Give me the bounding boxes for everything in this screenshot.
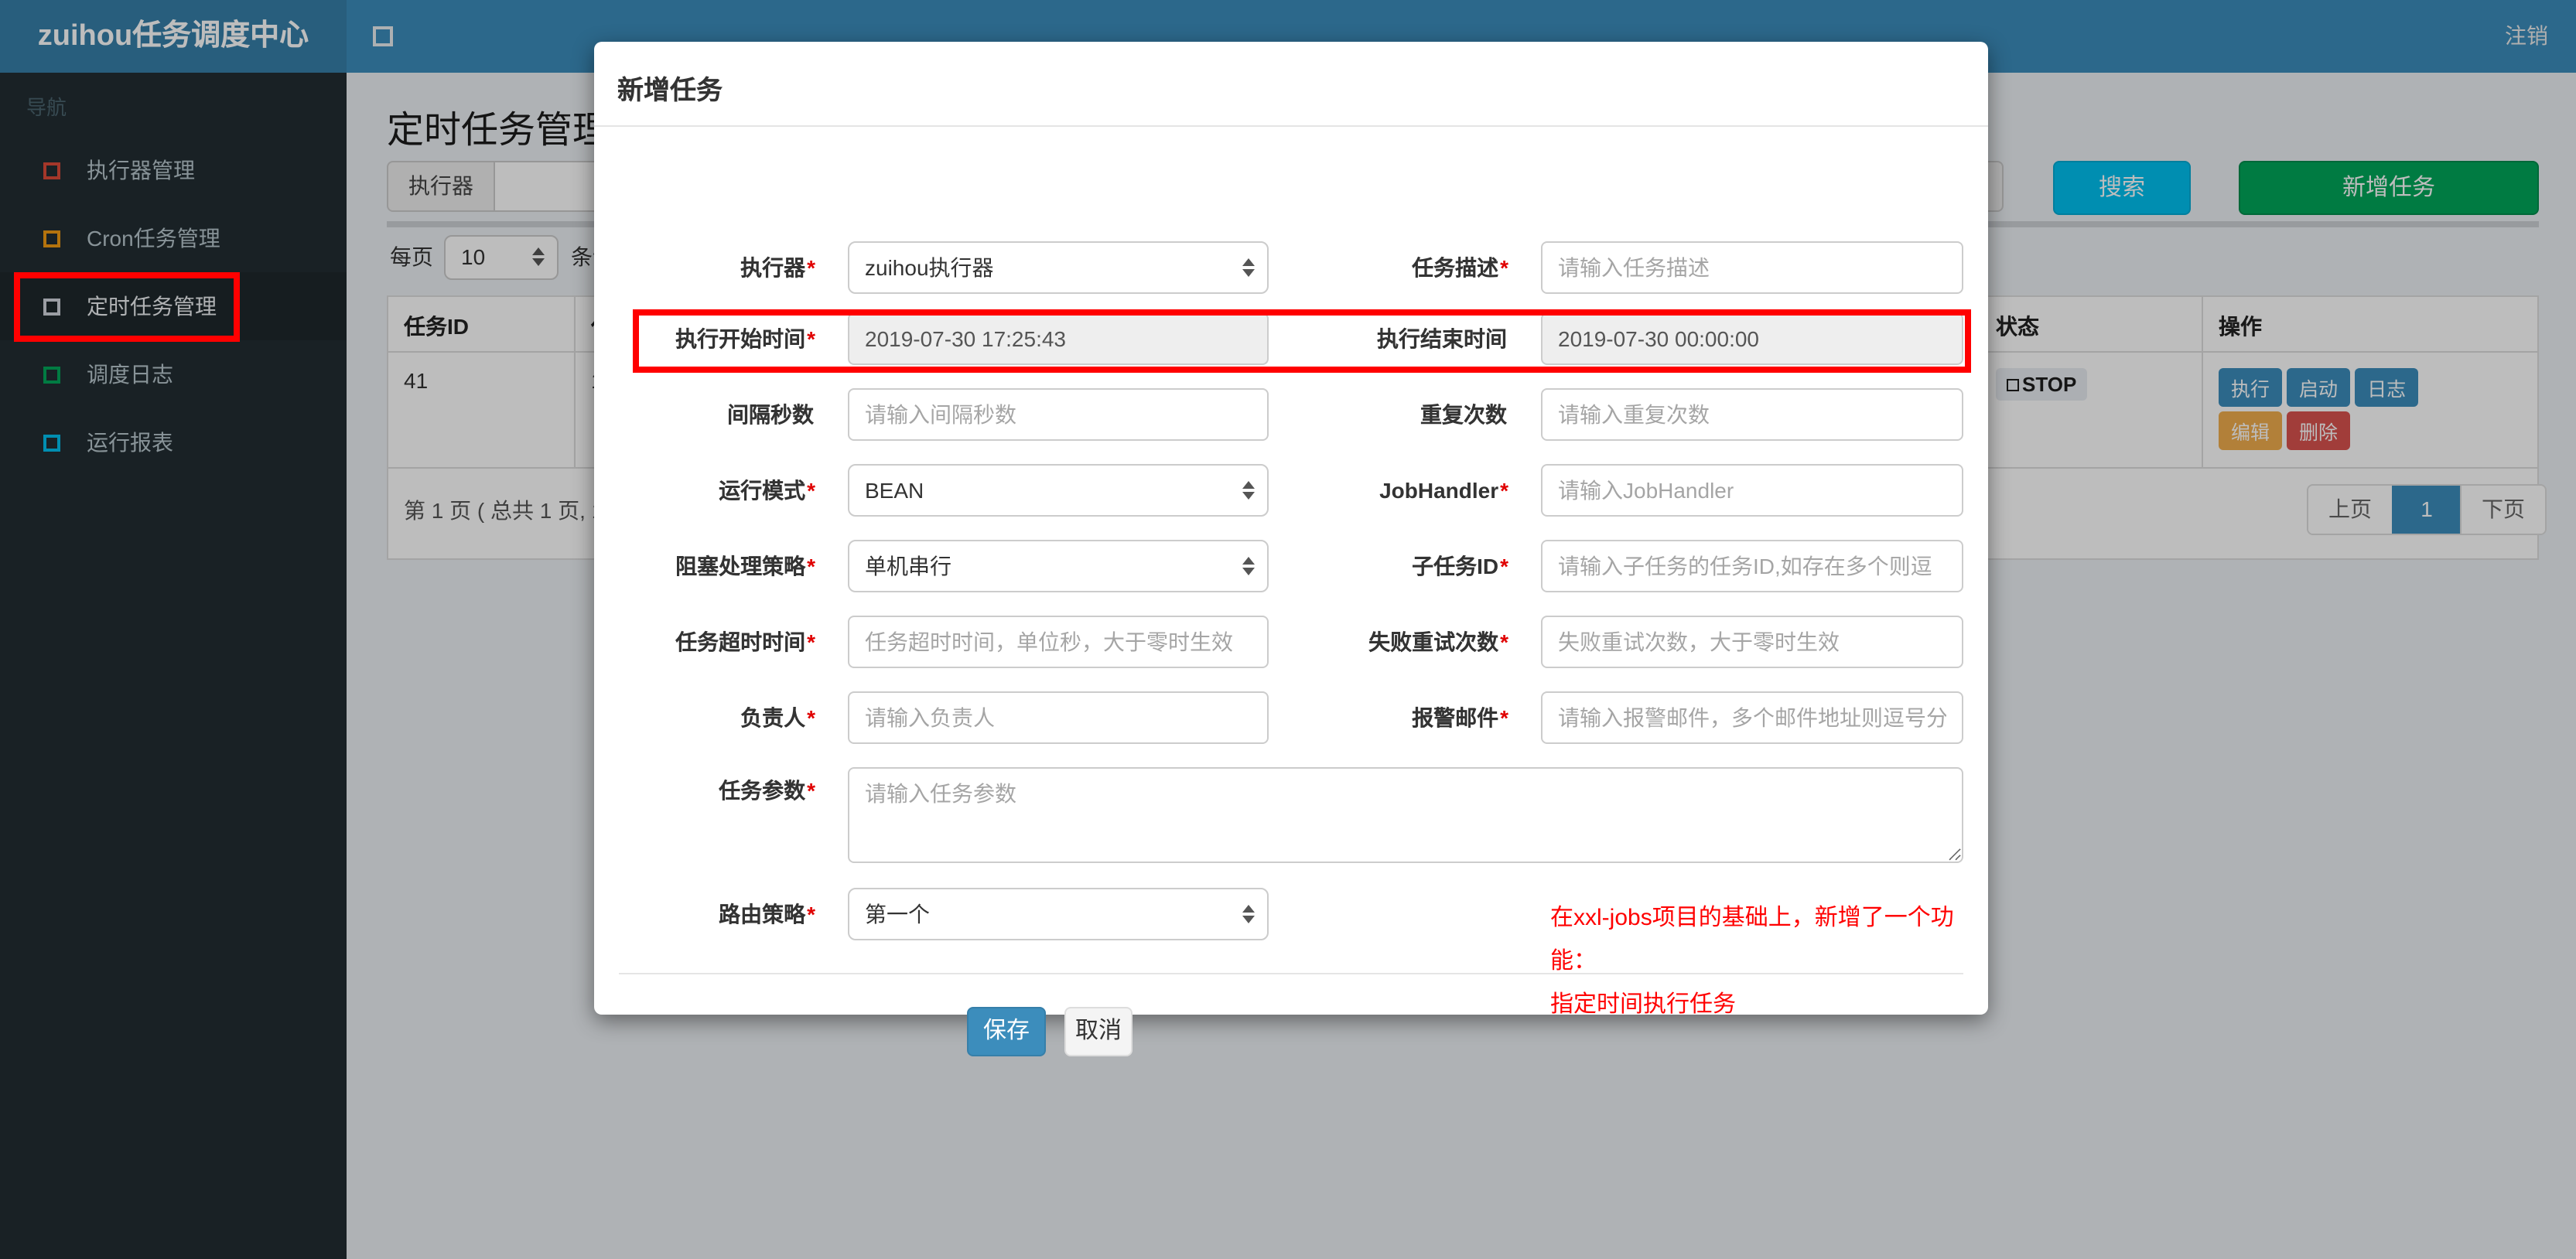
executor-select[interactable]: zuihou执行器 xyxy=(848,241,1269,294)
modal-title: 新增任务 xyxy=(617,76,723,105)
alarm-email-input[interactable] xyxy=(1541,691,1963,744)
route-strategy-select[interactable]: 第一个 xyxy=(848,888,1269,940)
select-arrows-icon xyxy=(1242,258,1255,277)
select-arrows-icon xyxy=(1242,905,1255,923)
label-subtask-id: 子任务ID * xyxy=(1412,554,1508,578)
block-strategy-select[interactable]: 单机串行 xyxy=(848,540,1269,592)
label-run-mode: 运行模式 * xyxy=(719,478,815,503)
timeout-input[interactable] xyxy=(848,616,1269,668)
interval-seconds-input[interactable] xyxy=(848,388,1269,441)
label-retry-count: 失败重试次数 * xyxy=(1368,630,1508,654)
label-jobhandler: JobHandler * xyxy=(1379,478,1508,503)
retry-count-input[interactable] xyxy=(1541,616,1963,668)
label-timeout: 任务超时时间 * xyxy=(675,630,815,654)
modal-header: 新增任务 xyxy=(594,42,1988,127)
end-time-input[interactable] xyxy=(1541,312,1963,365)
label-repeat-count: 重复次数 xyxy=(1420,402,1507,427)
label-start-time: 执行开始时间 * xyxy=(675,326,815,351)
owner-input[interactable] xyxy=(848,691,1269,744)
subtask-id-input[interactable] xyxy=(1541,540,1963,592)
cancel-button[interactable]: 取消 xyxy=(1064,1007,1133,1056)
add-task-modal: 新增任务 执行器* zuihou执行器 任务描述* 执行开始时间* 执行结束 xyxy=(594,42,1988,1056)
select-arrows-icon xyxy=(1242,481,1255,500)
label-interval-seconds: 间隔秒数 xyxy=(727,402,814,427)
modal-body: 执行器* zuihou执行器 任务描述* 执行开始时间* 执行结束时间 xyxy=(594,127,1988,1056)
run-mode-select[interactable]: BEAN xyxy=(848,464,1269,517)
repeat-count-input[interactable] xyxy=(1541,388,1963,441)
label-alarm-email: 报警邮件 * xyxy=(1412,705,1508,730)
start-time-input[interactable] xyxy=(848,312,1269,365)
footer-divider xyxy=(619,973,1963,974)
save-button[interactable]: 保存 xyxy=(967,1007,1046,1056)
label-executor: 执行器 * xyxy=(740,255,815,280)
label-task-param: 任务参数 * xyxy=(719,778,815,803)
jobhandler-input[interactable] xyxy=(1541,464,1963,517)
label-end-time: 执行结束时间 xyxy=(1377,326,1507,351)
label-owner: 负责人 * xyxy=(740,705,815,730)
label-block-strategy: 阻塞处理策略 * xyxy=(675,554,815,578)
select-arrows-icon xyxy=(1242,557,1255,575)
screenshot-frame: 定时任务管理 执行器 搜索 新增任务 每页 10 条记 任务ID 任务描述 状态… xyxy=(0,0,2576,1259)
label-task-desc: 任务描述 * xyxy=(1412,255,1508,280)
task-desc-input[interactable] xyxy=(1541,241,1963,294)
label-route-strategy: 路由策略 * xyxy=(719,902,815,926)
note-text: 在xxl-jobs项目的基础上，新增了一个功能： 指定时间执行任务 xyxy=(1550,905,1954,1018)
task-param-textarea[interactable] xyxy=(848,767,1963,863)
